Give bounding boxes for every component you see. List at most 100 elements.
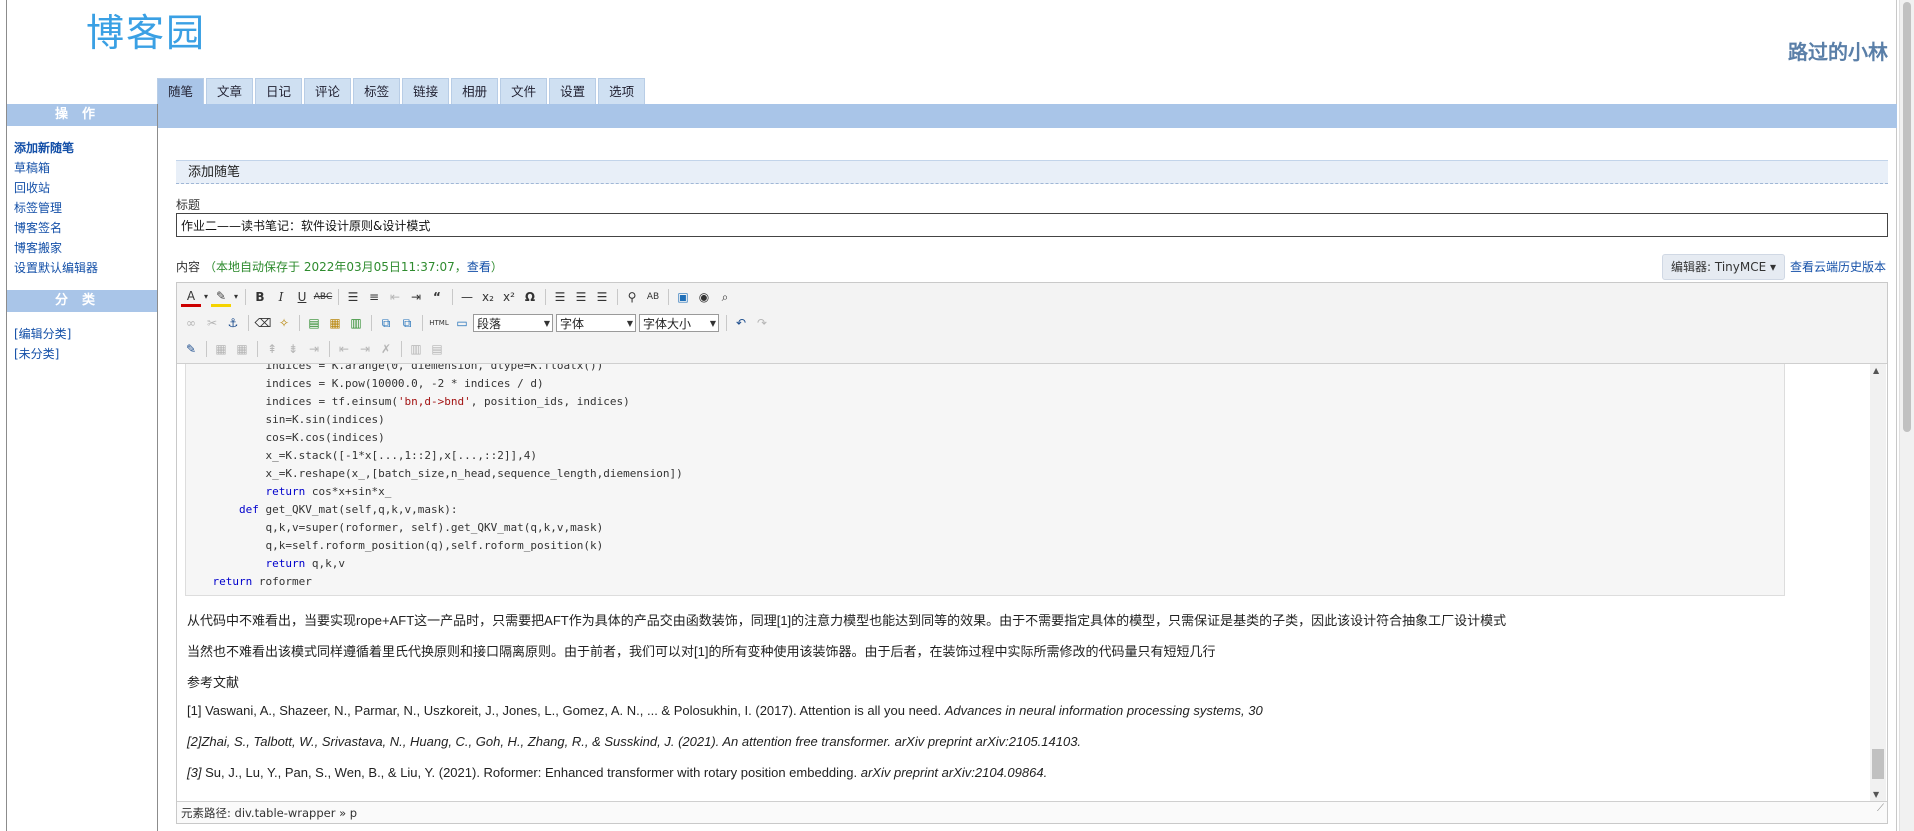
split-cells-icon[interactable]: ▥ [406, 339, 426, 359]
font-color-dropdown-icon[interactable]: ▾ [202, 287, 210, 307]
format-select[interactable]: 段落 ▼ [473, 314, 553, 332]
code-token: x_=K.reshape(x_,[batch_size,n_head,seque… [265, 467, 683, 480]
cloud-history-link[interactable]: 查看云端历史版本 [1790, 258, 1886, 275]
code-token: get_QKV_mat(self,q,k,v,mask): [258, 503, 458, 516]
tab-comments[interactable]: 评论 [304, 78, 352, 104]
toolbar-separator [329, 341, 330, 357]
editor-scrollbar-thumb[interactable] [1872, 749, 1884, 779]
code-insert-icon[interactable]: ▣ [673, 287, 693, 307]
paste-word-icon[interactable]: ⧉ [397, 313, 417, 333]
outdent-icon[interactable]: ⇤ [385, 287, 405, 307]
editor-switch-dropdown[interactable]: 编辑器: TinyMCE ▾ [1662, 254, 1786, 280]
tab-posts[interactable]: 随笔 [157, 78, 205, 104]
editor-scrollbar[interactable]: ▲ ▼ [1870, 364, 1886, 801]
editor-content-area[interactable]: indices = K.arange(0, diemension, dtype=… [177, 364, 1887, 801]
sidebar-item-tag-manage[interactable]: 标签管理 [14, 198, 157, 218]
numbered-list-icon[interactable]: ≡ [364, 287, 384, 307]
sidebar-item-recycle-bin[interactable]: 回收站 [14, 178, 157, 198]
link-icon[interactable]: ∞ [181, 313, 201, 333]
tab-articles[interactable]: 文章 [206, 78, 254, 104]
row-delete-icon[interactable]: ⇥ [304, 339, 324, 359]
col-delete-icon[interactable]: ✗ [376, 339, 396, 359]
undo-icon[interactable]: ↶ [731, 313, 751, 333]
align-left-icon[interactable]: ☰ [550, 287, 570, 307]
sidebar-item-edit-categories[interactable]: [编辑分类] [14, 324, 157, 344]
font-family-select[interactable]: 字体 ▼ [556, 314, 636, 332]
row-insert-after-icon[interactable]: ⇟ [283, 339, 303, 359]
blockquote-icon[interactable]: “ [427, 287, 447, 307]
page-scrollbar[interactable] [1899, 0, 1914, 831]
autosave-view-link[interactable]: 查看 [467, 260, 491, 274]
paragraph-1: 从代码中不难看出，当要实现rope+AFT这一产品时，只需要把AFT作为具体的产… [187, 613, 1507, 628]
highlight-dropdown-icon[interactable]: ▾ [232, 287, 240, 307]
tab-options[interactable]: 选项 [598, 78, 646, 104]
sidebar-item-add-post[interactable]: 添加新随笔 [14, 138, 157, 158]
strikethrough-icon[interactable]: ABC [313, 287, 333, 307]
highlight-color-icon[interactable]: ✎ [211, 288, 231, 307]
code-token: indices = tf.einsum( [265, 395, 398, 408]
emoticon-icon[interactable]: ◉ [694, 287, 714, 307]
sidebar-item-blog-move[interactable]: 博客搬家 [14, 238, 157, 258]
sidebar-item-signature[interactable]: 博客签名 [14, 218, 157, 238]
align-center-icon[interactable]: ☰ [571, 287, 591, 307]
toolbar-separator [245, 289, 246, 305]
html-source-icon[interactable]: HTML [427, 313, 451, 333]
find-replace-icon[interactable]: AB [643, 287, 663, 307]
image-icon[interactable]: ▤ [304, 313, 324, 333]
main-tabs: 随笔 文章 日记 评论 标签 链接 相册 文件 设置 选项 [157, 78, 647, 104]
upload-image-icon[interactable]: ▦ [325, 313, 345, 333]
find-icon[interactable]: ⚲ [622, 287, 642, 307]
page-scrollbar-thumb[interactable] [1903, 2, 1911, 432]
horizontal-rule-icon[interactable]: — [457, 287, 477, 307]
paste-text-icon[interactable]: ⧉ [376, 313, 396, 333]
tab-diary[interactable]: 日记 [255, 78, 303, 104]
blog-owner-name[interactable]: 路过的小林 [1788, 36, 1888, 65]
redo-icon[interactable]: ↷ [752, 313, 772, 333]
align-right-icon[interactable]: ☰ [592, 287, 612, 307]
col-insert-before-icon[interactable]: ⇤ [334, 339, 354, 359]
edit-icon[interactable]: ✎ [181, 339, 201, 359]
sidebar-item-uncategorized[interactable]: [未分类] [14, 344, 157, 364]
merge-cells-icon[interactable]: ▤ [427, 339, 447, 359]
tab-links[interactable]: 链接 [402, 78, 450, 104]
font-color-icon[interactable]: A [181, 288, 201, 307]
tab-settings[interactable]: 设置 [549, 78, 597, 104]
tab-tags[interactable]: 标签 [353, 78, 401, 104]
content-label-text: 内容 [176, 260, 201, 274]
table-icon[interactable]: ▦ [211, 339, 231, 359]
toolbar-row-2: ∞ ✂ ⚓ ⌫ ✧ ▤ ▦ ▥ ⧉ ⧉ HTML ▭ 段落 ▼ 字体 ▼ 字体大小 ▼ [181, 312, 773, 334]
resize-grip-icon[interactable]: ⟋ [1877, 798, 1884, 820]
anchor-icon[interactable]: ⚓ [223, 313, 243, 333]
table-props-icon[interactable]: ▦ [232, 339, 252, 359]
bold-icon[interactable]: B [250, 287, 270, 307]
col-insert-after-icon[interactable]: ⇥ [355, 339, 375, 359]
cleanup-icon[interactable]: ✧ [274, 313, 294, 333]
row-insert-before-icon[interactable]: ⇞ [262, 339, 282, 359]
code-line: x_=K.reshape(x_,[batch_size,n_head,seque… [186, 465, 1784, 483]
media-icon[interactable]: ▥ [346, 313, 366, 333]
special-char-icon[interactable]: Ω [520, 287, 540, 307]
scroll-up-icon[interactable]: ▲ [1873, 366, 1879, 375]
italic-icon[interactable]: I [271, 287, 291, 307]
tab-files[interactable]: 文件 [500, 78, 548, 104]
sidebar-item-drafts[interactable]: 草稿箱 [14, 158, 157, 178]
code-token: def [238, 503, 259, 516]
underline-icon[interactable]: U [292, 287, 312, 307]
chevron-down-icon: ▼ [543, 319, 550, 328]
tab-albums[interactable]: 相册 [451, 78, 499, 104]
toolbar-separator [422, 315, 423, 331]
eraser-icon[interactable]: ⌫ [253, 313, 273, 333]
title-input[interactable] [176, 213, 1888, 237]
sidebar-item-default-editor[interactable]: 设置默认编辑器 [14, 258, 157, 278]
bullet-list-icon[interactable]: ☰ [343, 287, 363, 307]
site-logo[interactable]: 博客园 [86, 2, 206, 57]
indent-icon[interactable]: ⇥ [406, 287, 426, 307]
fullscreen-icon[interactable]: ▭ [452, 313, 472, 333]
subscript-icon[interactable]: x₂ [478, 287, 498, 307]
autosave-text: （本地自动保存于 2022年03月05日11:37:07， [204, 260, 467, 274]
preview-icon[interactable]: ⌕ [715, 287, 735, 307]
superscript-icon[interactable]: x² [499, 287, 519, 307]
unlink-icon[interactable]: ✂ [202, 313, 222, 333]
font-size-select[interactable]: 字体大小 ▼ [639, 314, 719, 332]
code-token: cos*x+sin*x_ [305, 485, 392, 498]
